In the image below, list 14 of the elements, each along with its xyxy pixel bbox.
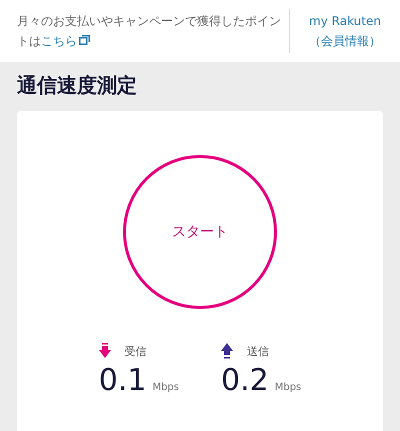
external-window-icon (79, 35, 90, 45)
speed-value: 0.1 (98, 363, 146, 398)
up-arrow-icon (221, 343, 233, 359)
here-link[interactable]: こちら (41, 34, 90, 48)
metric-label: 送信 (247, 344, 269, 358)
down-arrow-icon (98, 343, 111, 359)
start-button[interactable]: スタート (123, 155, 277, 309)
my-rakuten-link[interactable]: my Rakuten （会員情報） (290, 11, 400, 51)
speed-value: 0.2 (221, 363, 269, 398)
page-title: 通信速度測定 (16, 72, 138, 99)
speed-unit: Mbps (274, 382, 302, 393)
points-notice: 月々のお支払いやキャンペーンで獲得したポイントは こちら (17, 13, 282, 50)
speed-unit: Mbps (152, 382, 179, 393)
metric-label: 受信 (124, 344, 147, 358)
